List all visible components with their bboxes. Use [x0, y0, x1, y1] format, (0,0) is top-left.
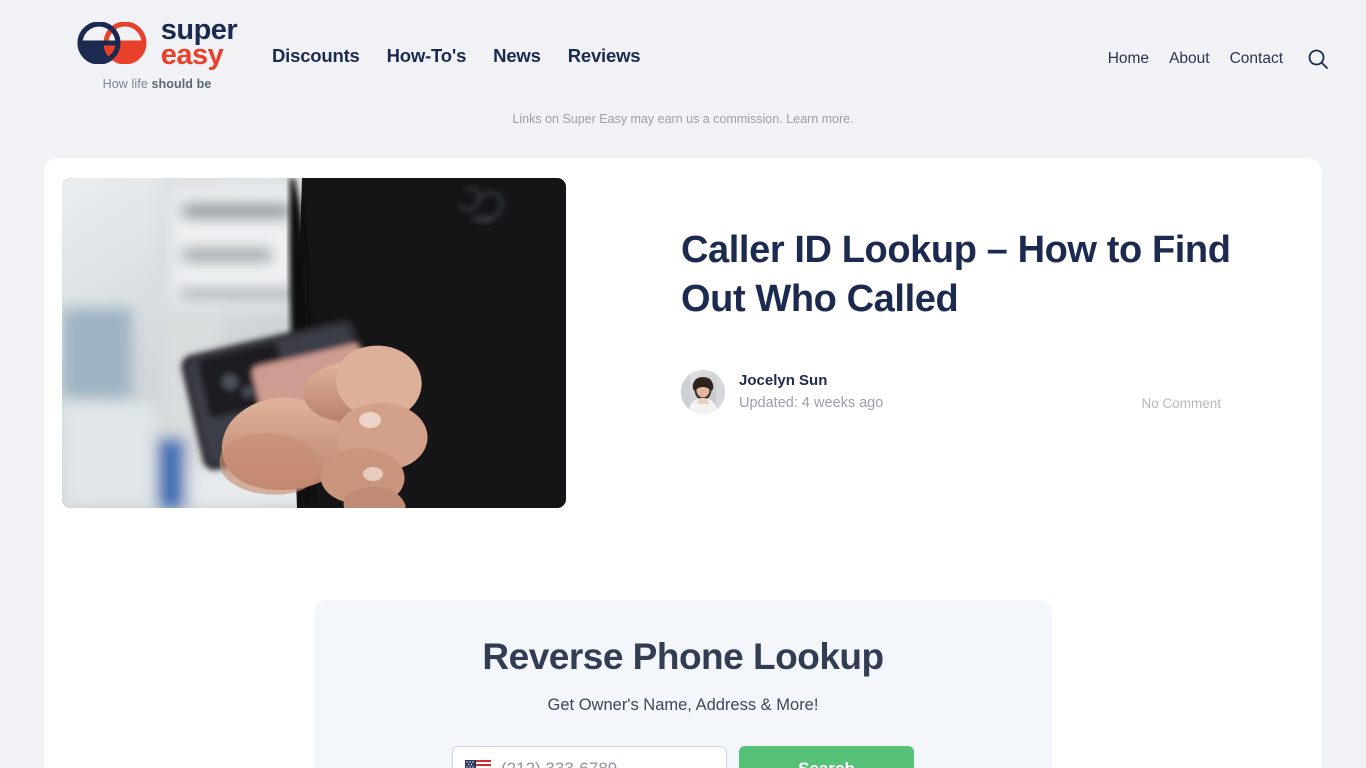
phone-number-input[interactable]: [501, 758, 714, 768]
avatar-photo: [681, 369, 725, 414]
hero-illustration: [62, 178, 566, 508]
article-title: Caller ID Lookup – How to Find Out Who C…: [681, 229, 1231, 321]
brand-word-easy: easy: [160, 38, 224, 71]
disclosure-text: Links on Super Easy may earn us a commis…: [512, 112, 783, 126]
lookup-form: Search: [344, 746, 1022, 768]
nav-item-how-tos[interactable]: How-To's: [387, 45, 467, 67]
comment-count[interactable]: No Comment: [1141, 396, 1221, 414]
reverse-phone-lookup-widget: Reverse Phone Lookup Get Owner's Name, A…: [314, 600, 1052, 768]
super-easy-double-e-logo-icon: [77, 21, 147, 64]
article-byline: Jocelyn Sun Updated: 4 weeks ago No Comm…: [681, 369, 1221, 414]
nav-item-contact[interactable]: Contact: [1230, 50, 1283, 68]
nav-item-discounts[interactable]: Discounts: [272, 45, 360, 67]
lookup-subtitle: Get Owner's Name, Address & More!: [547, 696, 819, 714]
author-name[interactable]: Jocelyn Sun: [739, 372, 883, 389]
lookup-title: Reverse Phone Lookup: [482, 636, 884, 677]
lookup-search-button[interactable]: Search: [739, 746, 914, 768]
brand-tagline: How life should be: [103, 77, 212, 91]
byline-text: Jocelyn Sun Updated: 4 weeks ago: [739, 372, 883, 411]
nav-item-reviews[interactable]: Reviews: [568, 45, 641, 67]
us-flag-icon[interactable]: [465, 760, 491, 768]
article-updated-date: Updated: 4 weeks ago: [739, 395, 884, 412]
affiliate-disclosure: Links on Super Easy may earn us a commis…: [0, 112, 1366, 126]
article-meta-column: Caller ID Lookup – How to Find Out Who C…: [566, 178, 1304, 508]
search-icon: [1308, 49, 1328, 69]
utility-navigation: Home About Contact: [1108, 47, 1330, 71]
brand-logo[interactable]: super easy How life should be: [42, 16, 272, 91]
site-header: super easy How life should be Discounts …: [0, 0, 1366, 113]
disclosure-learn-more-link[interactable]: Learn more.: [786, 112, 853, 126]
nav-item-about[interactable]: About: [1169, 50, 1210, 68]
brand-logo-row: super easy: [77, 16, 238, 71]
primary-navigation: Discounts How-To's News Reviews: [272, 45, 641, 67]
article-content-card: Caller ID Lookup – How to Find Out Who C…: [44, 158, 1322, 768]
brand-wordmark: super easy: [160, 16, 238, 71]
header-search-button[interactable]: [1306, 47, 1330, 71]
article-hero-image: [62, 178, 566, 508]
tagline-prefix: How life: [102, 76, 152, 91]
tagline-bold: should be: [151, 76, 212, 91]
nav-item-home[interactable]: Home: [1108, 50, 1149, 68]
phone-field-wrapper[interactable]: [452, 746, 727, 768]
nav-item-news[interactable]: News: [493, 45, 541, 67]
author-avatar[interactable]: [681, 369, 725, 414]
article-header: Caller ID Lookup – How to Find Out Who C…: [44, 158, 1322, 508]
